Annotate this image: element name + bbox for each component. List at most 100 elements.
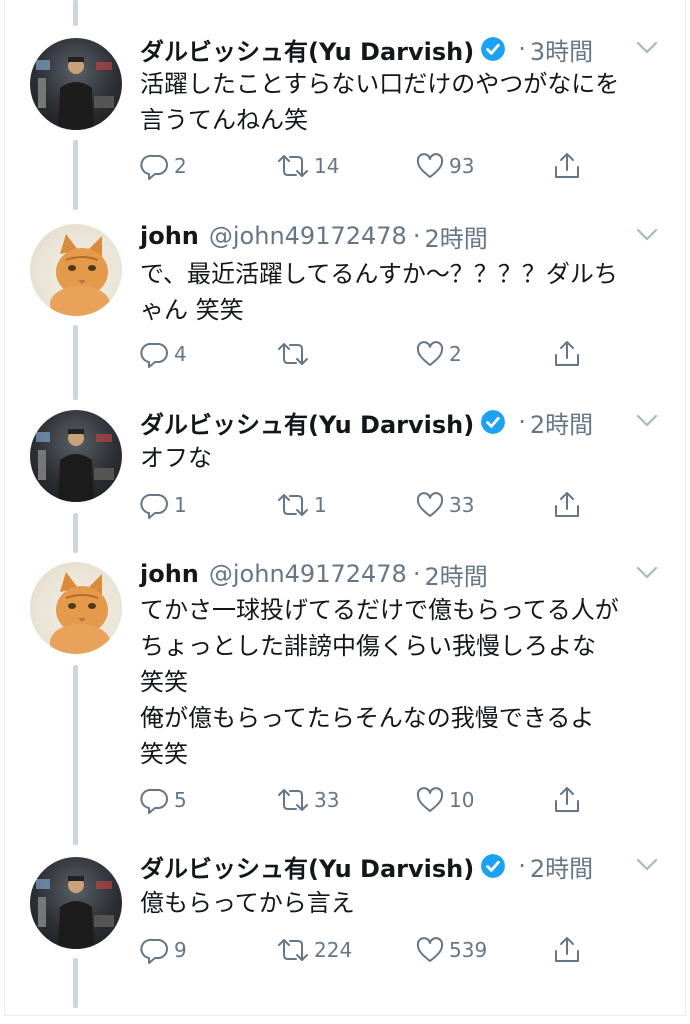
retweet-count: 224 <box>314 938 353 962</box>
chevron-down-icon[interactable] <box>634 38 660 58</box>
retweet-count: 33 <box>314 788 340 812</box>
retweet-button[interactable]: 33 <box>276 782 339 818</box>
reply-icon <box>140 154 168 180</box>
yu-darvish-avatar-icon <box>36 429 114 502</box>
tweet-text: 活躍したことすらない口だけのやつがなにを 言うてんねん笑 <box>140 70 620 134</box>
avatar[interactable] <box>30 562 122 654</box>
reply-button[interactable]: 2 <box>140 148 187 184</box>
share-icon <box>555 787 579 812</box>
heart-icon <box>416 937 444 962</box>
timestamp[interactable]: 2時間 <box>530 849 593 884</box>
heart-icon <box>416 153 444 178</box>
retweet-count: 1 <box>314 493 327 517</box>
heart-icon <box>416 341 444 366</box>
share-button[interactable] <box>552 148 582 184</box>
like-button[interactable]: 10 <box>415 782 474 818</box>
author-handle[interactable]: @john49172478 <box>209 560 407 588</box>
like-count: 2 <box>449 342 462 366</box>
reply-button[interactable]: 4 <box>140 336 187 372</box>
tweet-actions: 5 33 10 <box>140 782 600 818</box>
share-icon <box>555 937 579 962</box>
share-button[interactable] <box>552 336 582 372</box>
tweet[interactable]: ダルビッシュ有(Yu Darvish) · 2時間 オフな 1 1 33 <box>0 400 690 550</box>
retweet-icon <box>278 343 308 365</box>
separator-dot: · <box>518 35 526 63</box>
retweet-count: 14 <box>314 154 340 178</box>
reply-count: 5 <box>174 788 187 812</box>
share-button[interactable] <box>552 782 582 818</box>
tweet[interactable]: ダルビッシュ有(Yu Darvish) · 2時間 億もらってから言え 9 22… <box>0 845 690 1005</box>
like-count: 10 <box>449 788 475 812</box>
tweet-text: てかさ一球投げてるだけで億もらってる人が ちょっとした誹謗中傷くらい我慢しろよな… <box>140 596 619 768</box>
avatar[interactable] <box>30 410 122 502</box>
yu-darvish-avatar-icon <box>36 57 114 130</box>
reply-icon <box>140 493 168 519</box>
like-button[interactable]: 2 <box>415 336 462 372</box>
author-name[interactable]: john <box>140 222 199 250</box>
share-icon <box>555 341 579 366</box>
timestamp[interactable]: 2時間 <box>424 557 487 592</box>
like-count: 93 <box>449 154 475 178</box>
chevron-down-icon[interactable] <box>634 855 660 875</box>
separator-dot: · <box>518 408 526 436</box>
share-button[interactable] <box>552 932 582 968</box>
verified-badge-icon <box>480 409 506 435</box>
tweet[interactable]: ダルビッシュ有(Yu Darvish) · 3時間 活躍したことすらない口だけの… <box>0 0 690 210</box>
author-name[interactable]: ダルビッシュ有(Yu Darvish) <box>140 405 474 440</box>
retweet-button[interactable] <box>276 336 314 372</box>
avatar[interactable] <box>30 857 122 949</box>
tweet-header: ダルビッシュ有(Yu Darvish) · 2時間 <box>140 849 660 883</box>
like-button[interactable]: 539 <box>415 932 487 968</box>
tweet-header: ダルビッシュ有(Yu Darvish) · 3時間 <box>140 32 660 66</box>
author-name[interactable]: john <box>140 560 199 588</box>
retweet-button[interactable]: 224 <box>276 932 352 968</box>
tweet-text: 億もらってから言え <box>140 889 355 917</box>
separator-dot: · <box>412 222 421 250</box>
tweet-actions: 4 2 <box>140 336 600 372</box>
reply-icon <box>140 342 168 368</box>
retweet-icon <box>278 155 308 177</box>
heart-icon <box>416 787 444 812</box>
tweet-actions: 1 1 33 <box>140 487 600 523</box>
chevron-down-icon[interactable] <box>634 563 660 583</box>
reply-count: 1 <box>174 493 187 517</box>
yu-darvish-avatar-icon <box>36 876 114 949</box>
cat-avatar-icon <box>50 572 110 654</box>
verified-badge-icon <box>480 36 506 62</box>
retweet-icon <box>278 789 308 811</box>
author-name[interactable]: ダルビッシュ有(Yu Darvish) <box>140 32 474 67</box>
reply-button[interactable]: 9 <box>140 932 187 968</box>
retweet-icon <box>278 494 308 516</box>
retweet-icon <box>278 939 308 961</box>
tweet[interactable]: john @john49172478 · 2時間 で、最近活躍してるんすか〜？？… <box>0 210 690 400</box>
tweet-header: ダルビッシュ有(Yu Darvish) · 2時間 <box>140 405 660 439</box>
reply-icon <box>140 788 168 814</box>
like-count: 539 <box>449 938 488 962</box>
reply-icon <box>140 938 168 964</box>
reply-count: 2 <box>174 154 187 178</box>
like-count: 33 <box>449 493 475 517</box>
timestamp[interactable]: 2時間 <box>530 405 593 440</box>
author-name[interactable]: ダルビッシュ有(Yu Darvish) <box>140 849 474 884</box>
share-icon <box>555 153 579 178</box>
separator-dot: · <box>518 852 526 880</box>
tweet-actions: 9 224 539 <box>140 932 600 968</box>
chevron-down-icon[interactable] <box>634 225 660 245</box>
author-handle[interactable]: @john49172478 <box>209 222 407 250</box>
timestamp[interactable]: 2時間 <box>424 219 487 254</box>
timestamp[interactable]: 3時間 <box>530 32 593 67</box>
retweet-button[interactable]: 1 <box>276 487 327 523</box>
tweet[interactable]: john @john49172478 · 2時間 てかさ一球投げてるだけで億もら… <box>0 550 690 845</box>
like-button[interactable]: 93 <box>415 148 474 184</box>
share-button[interactable] <box>552 487 582 523</box>
tweet-text: オフな <box>140 444 212 472</box>
tweet-header: john @john49172478 · 2時間 <box>140 557 660 591</box>
avatar[interactable] <box>30 38 122 130</box>
reply-button[interactable]: 1 <box>140 487 187 523</box>
retweet-button[interactable]: 14 <box>276 148 339 184</box>
like-button[interactable]: 33 <box>415 487 474 523</box>
avatar[interactable] <box>30 224 122 316</box>
chevron-down-icon[interactable] <box>634 411 660 431</box>
reply-button[interactable]: 5 <box>140 782 187 818</box>
cat-avatar-icon <box>50 234 110 316</box>
